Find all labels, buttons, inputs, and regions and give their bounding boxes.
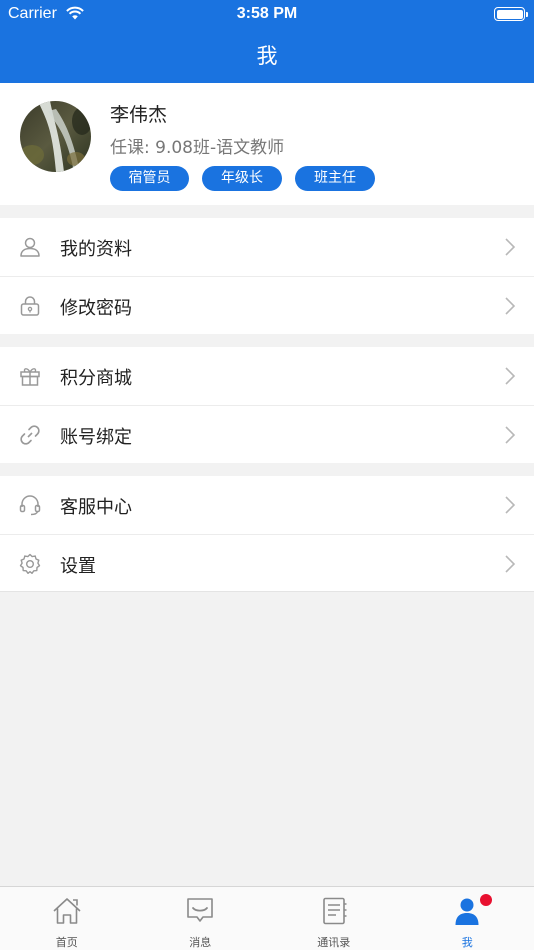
menu-item-label: 修改密码 bbox=[60, 298, 132, 319]
notification-badge bbox=[479, 894, 492, 906]
person-icon bbox=[455, 898, 479, 925]
page-title: 我 bbox=[256, 44, 278, 68]
tab-label: 消息 bbox=[189, 936, 212, 949]
chevron-right-icon bbox=[505, 297, 516, 315]
chevron-right-icon bbox=[505, 496, 516, 514]
avatar[interactable] bbox=[20, 101, 91, 172]
user-icon bbox=[20, 237, 40, 257]
tab-home[interactable]: 首页 bbox=[0, 887, 134, 950]
chevron-right-icon bbox=[505, 367, 516, 385]
link-icon bbox=[20, 425, 40, 445]
chevron-right-icon bbox=[505, 238, 516, 256]
menu-item-points-mall[interactable]: 积分商城 bbox=[0, 347, 534, 405]
tab-bar: 首页 消息 通讯录 我 bbox=[0, 886, 534, 950]
home-icon bbox=[53, 898, 81, 924]
menu-item-label: 客服中心 bbox=[60, 497, 132, 518]
status-bar: Carrier 3:58 PM bbox=[0, 0, 534, 28]
menu-group-support: 客服中心 设置 bbox=[0, 476, 534, 592]
tab-label: 我 bbox=[461, 936, 473, 949]
menu-item-label: 我的资料 bbox=[60, 239, 132, 260]
avatar-image bbox=[20, 101, 91, 172]
role-tag: 年级长 bbox=[202, 166, 282, 191]
chevron-right-icon bbox=[505, 426, 516, 444]
menu-item-label: 设置 bbox=[60, 556, 96, 577]
divider bbox=[0, 591, 534, 592]
menu-item-label: 积分商城 bbox=[60, 368, 132, 389]
tab-label: 首页 bbox=[55, 936, 78, 949]
tab-label: 通讯录 bbox=[317, 936, 351, 949]
message-icon bbox=[187, 898, 214, 922]
menu-group-points: 积分商城 账号绑定 bbox=[0, 347, 534, 463]
headset-icon bbox=[19, 495, 41, 516]
profile-card[interactable]: 李伟杰 任课: 9.08班-语文教师 宿管员 年级长 班主任 bbox=[0, 83, 534, 205]
menu-item-label: 账号绑定 bbox=[60, 427, 132, 448]
menu-item-my-profile[interactable]: 我的资料 bbox=[0, 218, 534, 276]
menu-item-settings[interactable]: 设置 bbox=[0, 534, 534, 592]
top-bar: Carrier 3:58 PM 我 bbox=[0, 0, 534, 83]
lock-icon bbox=[20, 296, 40, 316]
gift-icon bbox=[20, 368, 40, 386]
chevron-right-icon bbox=[505, 555, 516, 573]
teaching-duty: 任课: 9.08班-语文教师 bbox=[110, 138, 285, 158]
role-tag: 班主任 bbox=[295, 166, 375, 191]
tab-me[interactable]: 我 bbox=[401, 887, 534, 950]
tab-messages[interactable]: 消息 bbox=[134, 887, 268, 950]
tab-contacts[interactable]: 通讯录 bbox=[267, 887, 401, 950]
contacts-icon bbox=[322, 897, 347, 925]
menu-group-account: 我的资料 修改密码 bbox=[0, 218, 534, 334]
gear-icon bbox=[19, 553, 41, 574]
menu-item-account-binding[interactable]: 账号绑定 bbox=[0, 405, 534, 463]
user-name: 李伟杰 bbox=[110, 104, 168, 126]
menu-item-change-password[interactable]: 修改密码 bbox=[0, 276, 534, 334]
menu-item-customer-service[interactable]: 客服中心 bbox=[0, 476, 534, 534]
battery-icon bbox=[494, 7, 528, 21]
status-time: 3:58 PM bbox=[236, 5, 298, 22]
role-tag: 宿管员 bbox=[110, 166, 189, 191]
